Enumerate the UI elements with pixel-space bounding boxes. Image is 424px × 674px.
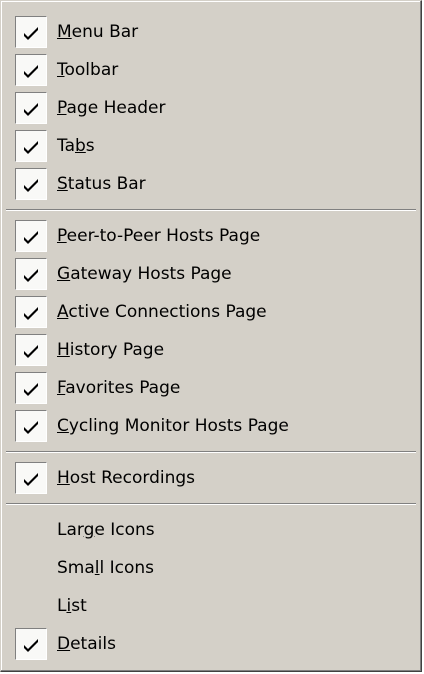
menu-item-label: Peer-to-Peer Hosts Page (57, 226, 261, 246)
checkmark-icon (15, 258, 47, 290)
checkmark-icon (15, 16, 47, 48)
menu-item-status-bar[interactable]: Status Bar (4, 165, 418, 203)
checkmark-icon (15, 92, 47, 124)
checkmark-icon (15, 462, 47, 494)
menu-item-label: Large Icons (57, 520, 155, 540)
menu-item-gateway-hosts-page[interactable]: Gateway Hosts Page (4, 255, 418, 293)
menu-item-tabs[interactable]: Tabs (4, 127, 418, 165)
menu-separator (4, 445, 418, 459)
menu-item-label: Page Header (57, 98, 166, 118)
menu-item-label: Host Recordings (57, 468, 196, 488)
menu-separator (4, 203, 418, 217)
checkmark-icon (15, 220, 47, 252)
menu-item-cycling-monitor-hosts-page[interactable]: Cycling Monitor Hosts Page (4, 407, 418, 445)
menu-item-label: Status Bar (57, 174, 146, 194)
menu-item-label: Favorites Page (57, 378, 181, 398)
menu-item-host-recordings[interactable]: Host Recordings (4, 459, 418, 497)
menu-item-toolbar[interactable]: Toolbar (4, 51, 418, 89)
checkmark-icon (15, 334, 47, 366)
checkmark-icon (15, 372, 47, 404)
menu-item-label: List (57, 596, 87, 616)
checkmark-icon (15, 168, 47, 200)
menu-item-label: Active Connections Page (57, 302, 267, 322)
menu-item-small-icons[interactable]: Small Icons (4, 549, 418, 587)
checkmark-icon (15, 130, 47, 162)
menu-item-favorites-page[interactable]: Favorites Page (4, 369, 418, 407)
menu-item-label: Small Icons (57, 558, 155, 578)
menu-separator (4, 497, 418, 511)
menu-item-label: Menu Bar (57, 22, 139, 42)
menu-item-large-icons[interactable]: Large Icons (4, 511, 418, 549)
menu-item-menu-bar[interactable]: Menu Bar (4, 13, 418, 51)
menu-item-label: Details (57, 634, 116, 654)
menu-item-peer-to-peer-hosts-page[interactable]: Peer-to-Peer Hosts Page (4, 217, 418, 255)
checkmark-icon (15, 296, 47, 328)
menu-item-label: Tabs (57, 136, 95, 156)
checkmark-icon (15, 54, 47, 86)
menu-item-page-header[interactable]: Page Header (4, 89, 418, 127)
menu-item-label: Toolbar (57, 60, 119, 80)
checkmark-icon (15, 410, 47, 442)
menu-item-active-connections-page[interactable]: Active Connections Page (4, 293, 418, 331)
menu-item-label: Gateway Hosts Page (57, 264, 232, 284)
menu-item-history-page[interactable]: History Page (4, 331, 418, 369)
view-context-menu: Menu Bar Toolbar Page Header Tabs Status… (0, 0, 422, 672)
menu-item-label: Cycling Monitor Hosts Page (57, 416, 289, 436)
menu-item-label: History Page (57, 340, 165, 360)
menu-item-list[interactable]: List (4, 587, 418, 625)
checkmark-icon (15, 628, 47, 660)
menu-item-details[interactable]: Details (4, 625, 418, 663)
